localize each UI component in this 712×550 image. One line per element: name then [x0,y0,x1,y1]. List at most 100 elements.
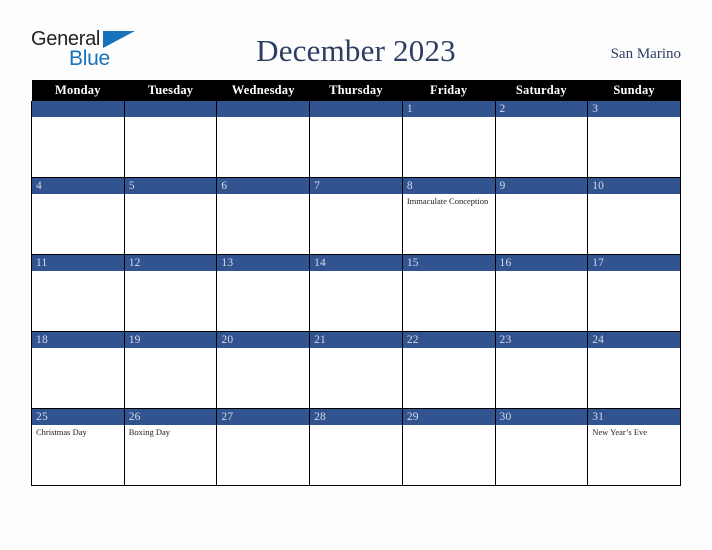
day-number [32,101,124,117]
calendar-day-cell[interactable]: 22 [401,331,496,409]
day-number: 4 [32,178,124,194]
day-number: 13 [217,255,310,271]
calendar-day-cell[interactable]: 10 [587,177,681,255]
calendar-day-cell[interactable]: 30 [494,408,589,486]
day-events [588,348,680,350]
calendar-day-cell[interactable]: 15 [401,254,496,332]
calendar-day-cell[interactable] [123,101,218,178]
holiday-label: Christmas Day [36,427,87,437]
location-label: San Marino [610,45,681,62]
weekday-header-tuesday: Tuesday [124,80,217,101]
day-events [125,117,217,119]
day-number: 19 [124,332,217,348]
day-number [217,101,310,117]
day-events [496,194,588,196]
calendar-day-cell[interactable]: 7 [309,177,403,255]
day-number: 10 [588,178,680,194]
calendar-day-cell[interactable]: 24 [587,331,681,409]
calendar-day-cell[interactable]: 16 [494,254,589,332]
day-events [310,425,402,427]
calendar-day-cell[interactable]: 27 [216,408,311,486]
day-events: Christmas Day [32,425,124,438]
day-events [403,117,495,119]
day-events: Immaculate Conception [403,194,495,207]
day-events [32,271,124,273]
day-events [310,194,402,196]
calendar-day-cell[interactable] [309,101,403,178]
calendar-day-cell[interactable]: 14 [309,254,403,332]
day-number [124,101,217,117]
calendar-day-cell[interactable]: 17 [587,254,681,332]
calendar-day-cell[interactable]: 26 Boxing Day [123,408,218,486]
day-number: 22 [402,332,495,348]
calendar-day-cell[interactable] [216,101,311,178]
month-calendar-grid: Monday Tuesday Wednesday Thursday Friday… [31,80,681,486]
weekday-header-monday: Monday [31,80,125,101]
day-events [217,271,309,273]
calendar-day-cell[interactable]: 25 Christmas Day [31,408,125,486]
weekday-header-thursday: Thursday [309,80,403,101]
day-events [403,348,495,350]
calendar-day-cell[interactable]: 28 [309,408,403,486]
day-number: 21 [310,332,402,348]
calendar-day-cell[interactable]: 21 [309,331,403,409]
calendar-day-cell[interactable]: 5 [123,177,218,255]
calendar-day-cell[interactable]: 9 [494,177,589,255]
holiday-label: New Year’s Eve [592,427,648,437]
day-events [310,271,402,273]
day-number: 11 [32,255,124,271]
day-events [496,271,588,273]
calendar-day-cell[interactable]: 4 [31,177,125,255]
day-number: 1 [402,101,495,117]
day-events: New Year’s Eve [588,425,680,438]
holiday-label: Immaculate Conception [406,196,489,206]
day-events [310,348,402,350]
calendar-week-row: 4 5 6 7 8 Immaculate Conception 9 10 [31,177,681,255]
day-events [310,117,402,119]
day-events [125,271,217,273]
day-number: 18 [32,332,124,348]
calendar-day-cell[interactable]: 11 [31,254,125,332]
calendar-day-cell[interactable]: 29 [401,408,496,486]
calendar-week-row: 18 19 20 21 22 23 24 [31,331,681,409]
calendar-day-cell[interactable]: 31 New Year’s Eve [587,408,681,486]
weekday-header-sunday: Sunday [587,80,681,101]
day-number: 20 [217,332,310,348]
day-events [32,348,124,350]
calendar-day-cell[interactable] [31,101,125,178]
day-number: 9 [495,178,588,194]
calendar-day-cell[interactable]: 1 [401,101,496,178]
calendar-day-cell[interactable]: 6 [216,177,311,255]
calendar-day-cell[interactable]: 3 [587,101,681,178]
calendar-body: 1 2 3 4 5 6 7 8 Immaculate Conception 9 10 11 12 13 14… [31,101,681,486]
day-number: 8 [402,178,495,194]
calendar-week-row: 123 [31,101,681,178]
calendar-day-cell[interactable]: 20 [216,331,311,409]
weekday-header-friday: Friday [402,80,496,101]
calendar-day-cell[interactable]: 2 [494,101,589,178]
calendar-week-row: 11 12 13 14 15 16 17 [31,254,681,332]
day-number: 24 [588,332,680,348]
calendar-day-cell[interactable]: 13 [216,254,311,332]
day-events [588,117,680,119]
day-events [496,425,588,427]
day-number: 26 [124,409,217,425]
day-events [217,194,309,196]
calendar-day-cell[interactable]: 23 [494,331,589,409]
holiday-label: Boxing Day [128,427,171,437]
calendar-day-cell[interactable]: 18 [31,331,125,409]
day-number: 27 [217,409,310,425]
calendar-day-cell[interactable]: 12 [123,254,218,332]
calendar-day-cell[interactable]: 19 [123,331,218,409]
day-number: 31 [588,409,680,425]
day-number: 30 [495,409,588,425]
day-number: 3 [588,101,680,117]
day-events [588,194,680,196]
day-number: 7 [310,178,402,194]
day-events [588,271,680,273]
day-number: 14 [310,255,402,271]
page-title: December 2023 [256,33,456,68]
day-number: 16 [495,255,588,271]
day-events [32,117,124,119]
calendar-day-cell[interactable]: 8 Immaculate Conception [401,177,496,255]
